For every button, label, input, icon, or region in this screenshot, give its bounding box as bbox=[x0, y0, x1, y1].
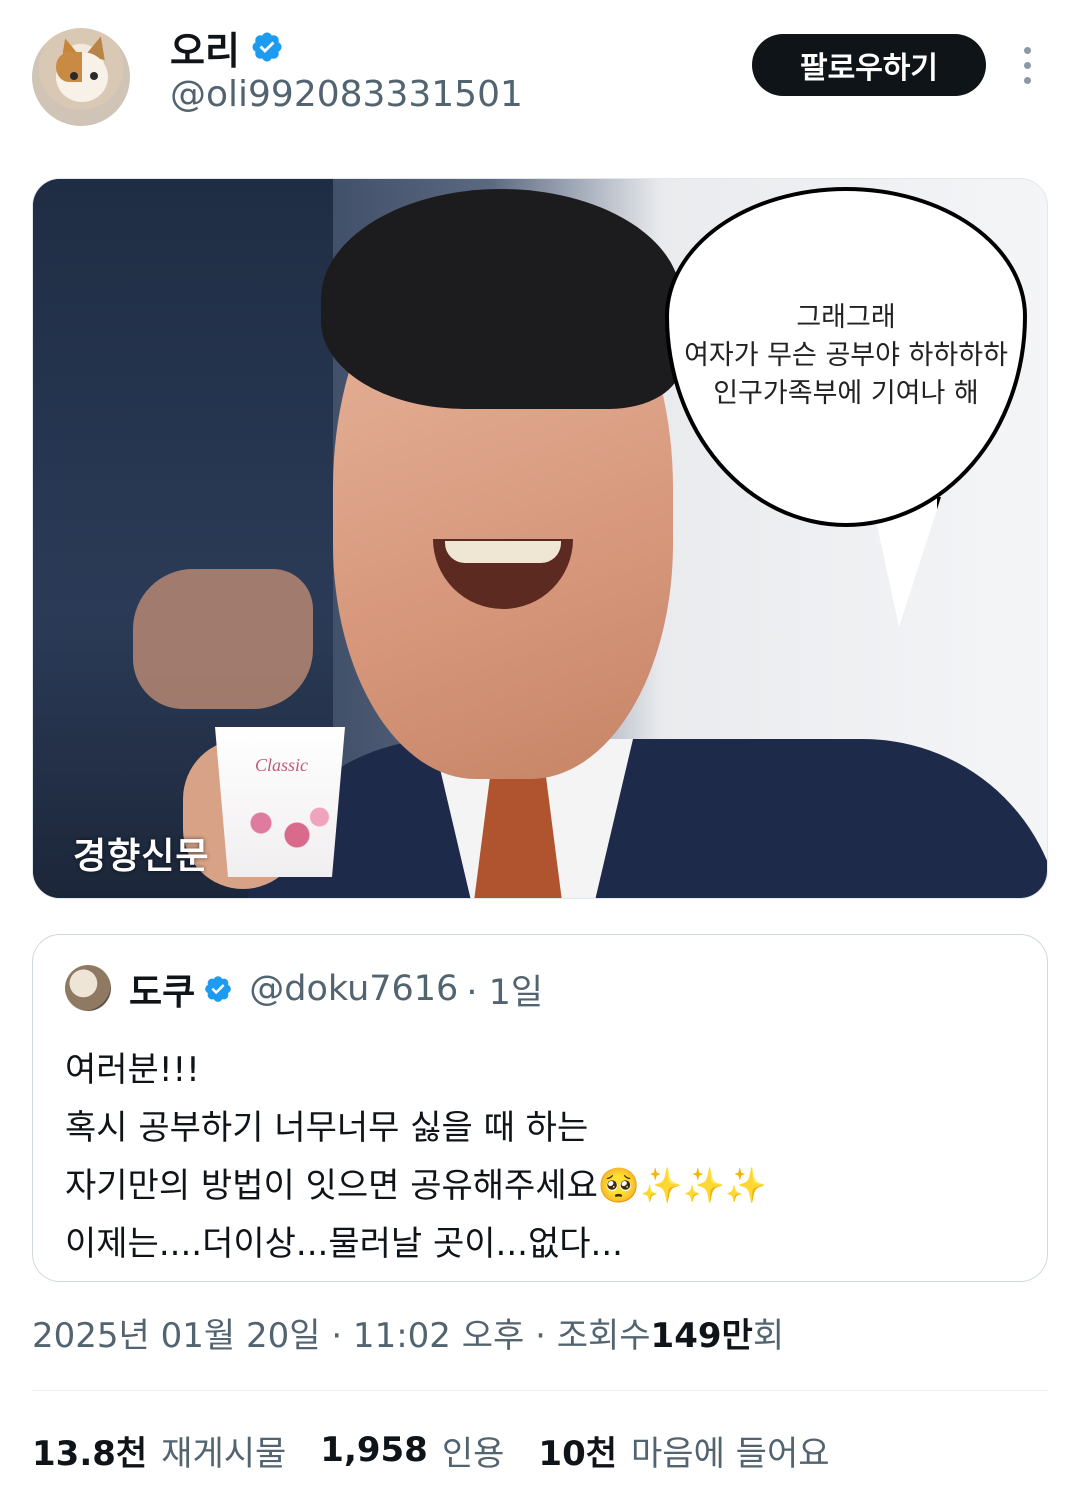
quoted-author-avatar bbox=[65, 965, 111, 1011]
quotes-count[interactable]: 1,958 bbox=[320, 1430, 428, 1470]
tweet-meta: 2025년 01월 20일 · 11:02 오후 · 조회수 149만 회 bbox=[32, 1306, 784, 1358]
author-handle[interactable]: @oli992083331501 bbox=[170, 74, 523, 115]
divider bbox=[32, 1390, 1048, 1391]
quoted-text-line: 혹시 공부하기 너무너무 싫을 때 하는 bbox=[65, 1108, 589, 1148]
author-name-row[interactable]: 오리 bbox=[170, 20, 284, 75]
tweet-timestamp[interactable]: 2025년 01월 20일 · 11:02 오후 · 조회수 bbox=[32, 1308, 651, 1357]
quoted-tweet-text: 여러분!!! 혹시 공부하기 너무너무 싫을 때 하는 자기만의 방법이 잇으면… bbox=[65, 1041, 1025, 1273]
quoted-author-row: 도쿠 @doku7616 · 1일 bbox=[129, 965, 543, 1013]
suit-jacket bbox=[243, 739, 1047, 898]
cup-label: Classic bbox=[255, 755, 309, 775]
reposts-count[interactable]: 13.8천 bbox=[32, 1426, 147, 1475]
reposts-label[interactable]: 재게시물 bbox=[161, 1426, 286, 1475]
quotes-label[interactable]: 인용 bbox=[442, 1426, 505, 1475]
quoted-text-line: 이제는....더이상...물러날 곳이...없다... bbox=[65, 1224, 623, 1264]
author-avatar[interactable] bbox=[32, 28, 130, 126]
tweet-media-image[interactable]: Classic 그래그래 여자가 무슨 공부야 하하하하 인구가족부에 기여나 … bbox=[32, 178, 1048, 899]
verified-badge-icon bbox=[205, 976, 232, 1002]
tweet-header: 오리 @oli992083331501 팔로우하기 bbox=[0, 0, 1080, 150]
speech-line: 그래그래 bbox=[796, 302, 896, 333]
more-options-icon[interactable] bbox=[1010, 40, 1044, 90]
quoted-tweet-card[interactable]: 도쿠 @doku7616 · 1일 여러분!!! 혹시 공부하기 너무너무 싫을… bbox=[32, 934, 1048, 1282]
quoted-author-handle: @doku7616 bbox=[249, 969, 459, 1009]
quoted-text-line: 여러분!!! bbox=[65, 1050, 200, 1090]
speech-line: 인구가족부에 기여나 해 bbox=[713, 378, 979, 409]
quoted-tweet-time: · 1일 bbox=[466, 972, 544, 1013]
author-display-name[interactable]: 오리 bbox=[170, 20, 240, 75]
likes-count[interactable]: 10천 bbox=[538, 1426, 617, 1475]
speech-bubble-text: 그래그래 여자가 무슨 공부야 하하하하 인구가족부에 기여나 해 bbox=[665, 299, 1027, 413]
verified-badge-icon bbox=[252, 32, 282, 62]
quoted-author-name: 도쿠 bbox=[129, 972, 196, 1013]
quoted-text-line: 자기만의 방법이 잇으면 공유해주세요🥺✨✨✨ bbox=[65, 1166, 768, 1206]
likes-label[interactable]: 마음에 들어요 bbox=[631, 1426, 830, 1475]
views-suffix: 회 bbox=[752, 1315, 785, 1356]
engagement-stats: 13.8천 재게시물 1,958 인용 10천 마음에 들어요 bbox=[32, 1424, 864, 1476]
follow-button[interactable]: 팔로우하기 bbox=[752, 34, 986, 96]
views-count: 149만 bbox=[650, 1315, 753, 1356]
speech-line: 여자가 무슨 공부야 하하하하 bbox=[684, 340, 1008, 371]
news-watermark: 경향신문 bbox=[73, 836, 210, 877]
